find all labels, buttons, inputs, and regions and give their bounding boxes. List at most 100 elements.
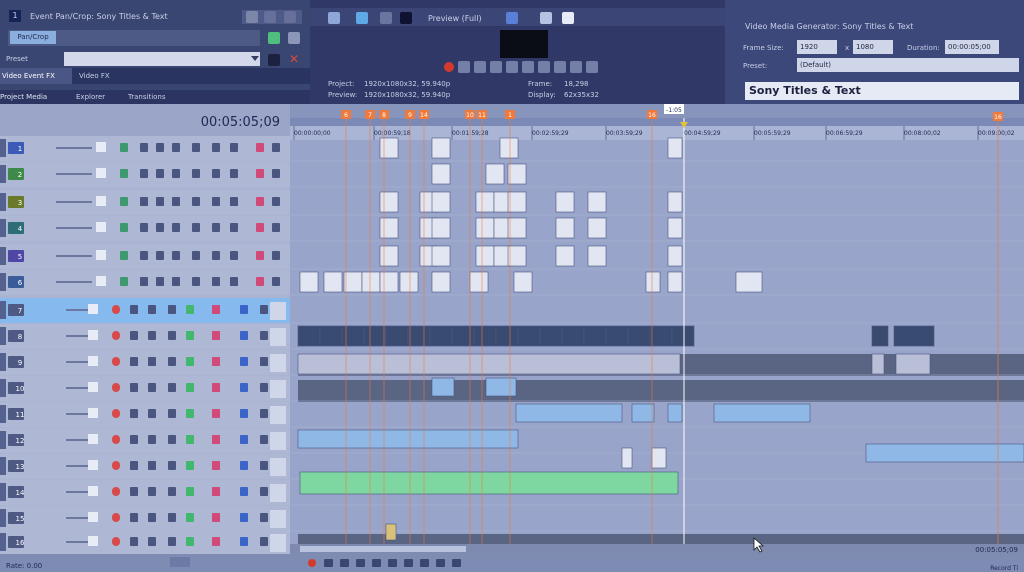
track-level-slider[interactable] xyxy=(56,227,92,229)
pan-icon[interactable] xyxy=(168,305,176,314)
auto-icon[interactable] xyxy=(148,305,156,314)
video-clip[interactable] xyxy=(431,245,451,267)
track-collapse-handle[interactable] xyxy=(0,405,6,423)
video-clip[interactable] xyxy=(431,191,451,213)
tab-project-media[interactable]: Project Media xyxy=(0,90,70,104)
video-clip[interactable] xyxy=(399,271,419,293)
arrow-down-icon[interactable] xyxy=(172,277,180,286)
motion-icon[interactable] xyxy=(140,251,148,260)
video-clip[interactable] xyxy=(555,191,575,213)
track-volume-thumb[interactable] xyxy=(88,434,98,444)
audio-clip[interactable] xyxy=(895,353,931,375)
frame-height-input[interactable]: 1080 xyxy=(853,40,893,54)
video-clip[interactable] xyxy=(379,245,399,267)
link-icon[interactable] xyxy=(192,197,200,206)
arrow-up-icon[interactable] xyxy=(156,197,164,206)
split-screen-icon[interactable] xyxy=(380,12,392,24)
solo-icon[interactable] xyxy=(260,331,268,340)
video-clip[interactable] xyxy=(379,271,399,293)
track-level-thumb[interactable] xyxy=(96,222,106,232)
timeline-scrollbar-thumb[interactable] xyxy=(300,546,466,552)
pan-icon[interactable] xyxy=(168,461,176,470)
track-collapse-handle[interactable] xyxy=(0,353,6,371)
video-thumbnail[interactable] xyxy=(385,325,409,347)
track-level-thumb[interactable] xyxy=(96,276,106,286)
video-thumbnail[interactable] xyxy=(341,325,365,347)
video-clip[interactable] xyxy=(667,137,683,159)
track-collapse-handle[interactable] xyxy=(0,273,6,291)
video-clip[interactable] xyxy=(431,271,451,293)
film-icon[interactable] xyxy=(230,251,238,260)
film-icon[interactable] xyxy=(230,143,238,152)
switch-icon[interactable] xyxy=(212,197,220,206)
video-clip[interactable] xyxy=(507,163,527,185)
video-thumbnail[interactable] xyxy=(473,325,497,347)
edit-icon[interactable] xyxy=(130,487,138,496)
track-collapse-handle[interactable] xyxy=(0,509,6,527)
arrow-down-icon[interactable] xyxy=(172,251,180,260)
edit-icon[interactable] xyxy=(130,537,138,546)
tab-video-fx[interactable]: Video FX xyxy=(76,68,132,84)
video-clip[interactable] xyxy=(555,245,575,267)
duration-input[interactable]: 00:00:05;00 xyxy=(945,40,999,54)
video-thumbnail[interactable] xyxy=(627,325,651,347)
video-thumbnail[interactable] xyxy=(319,325,343,347)
record-arm-icon[interactable] xyxy=(112,435,120,444)
video-thumbnail[interactable] xyxy=(451,325,475,347)
arrow-up-icon[interactable] xyxy=(156,143,164,152)
audio-clip[interactable] xyxy=(667,403,683,423)
fx-icon[interactable] xyxy=(186,513,194,522)
edit-icon[interactable] xyxy=(130,305,138,314)
video-clip[interactable] xyxy=(475,217,495,239)
edit-icon[interactable] xyxy=(130,461,138,470)
audio-clip[interactable] xyxy=(871,353,885,375)
video-clip[interactable] xyxy=(379,191,399,213)
mute-icon[interactable] xyxy=(240,487,248,496)
video-clip[interactable] xyxy=(587,245,607,267)
frame-width-input[interactable]: 1920 xyxy=(797,40,837,54)
video-thumbnail[interactable] xyxy=(363,325,387,347)
transport-record-icon[interactable] xyxy=(444,62,454,72)
transport-play-start-icon[interactable] xyxy=(474,61,486,73)
switch-icon[interactable] xyxy=(212,169,220,178)
video-thumbnail[interactable] xyxy=(517,325,541,347)
edit-icon[interactable] xyxy=(130,357,138,366)
envelope-icon[interactable] xyxy=(212,357,220,366)
pause-icon[interactable] xyxy=(372,559,381,567)
track-level-thumb[interactable] xyxy=(96,168,106,178)
auto-icon[interactable] xyxy=(148,357,156,366)
video-clip[interactable] xyxy=(507,245,527,267)
edit-icon[interactable] xyxy=(130,331,138,340)
pan-icon[interactable] xyxy=(168,513,176,522)
audio-clip[interactable] xyxy=(485,377,517,397)
play-icon[interactable] xyxy=(356,559,365,567)
mute-icon[interactable] xyxy=(240,435,248,444)
transport-stop-icon[interactable] xyxy=(522,61,534,73)
fx-icon[interactable] xyxy=(186,357,194,366)
envelope-icon[interactable] xyxy=(212,461,220,470)
video-clip[interactable] xyxy=(475,191,495,213)
video-clip[interactable] xyxy=(485,163,505,185)
transport-pause-icon[interactable] xyxy=(506,61,518,73)
arrow-up-icon[interactable] xyxy=(156,251,164,260)
link-icon[interactable] xyxy=(192,277,200,286)
pan-icon[interactable] xyxy=(168,383,176,392)
video-clip[interactable] xyxy=(499,137,519,159)
record-arm-icon[interactable] xyxy=(112,409,120,418)
film-icon[interactable] xyxy=(230,277,238,286)
track-level-slider[interactable] xyxy=(56,255,92,257)
mute-icon[interactable] xyxy=(272,251,280,260)
auto-icon[interactable] xyxy=(148,487,156,496)
track-volume-thumb[interactable] xyxy=(88,408,98,418)
video-clip[interactable] xyxy=(361,271,381,293)
switch-icon[interactable] xyxy=(212,251,220,260)
arrow-up-icon[interactable] xyxy=(156,277,164,286)
pan-icon[interactable] xyxy=(168,537,176,546)
mute-icon[interactable] xyxy=(240,461,248,470)
mute-icon[interactable] xyxy=(240,383,248,392)
save-icon[interactable] xyxy=(268,54,280,66)
solo-icon[interactable] xyxy=(260,537,268,546)
video-clip[interactable] xyxy=(343,271,363,293)
list-icon[interactable] xyxy=(264,11,276,23)
auto-icon[interactable] xyxy=(148,461,156,470)
